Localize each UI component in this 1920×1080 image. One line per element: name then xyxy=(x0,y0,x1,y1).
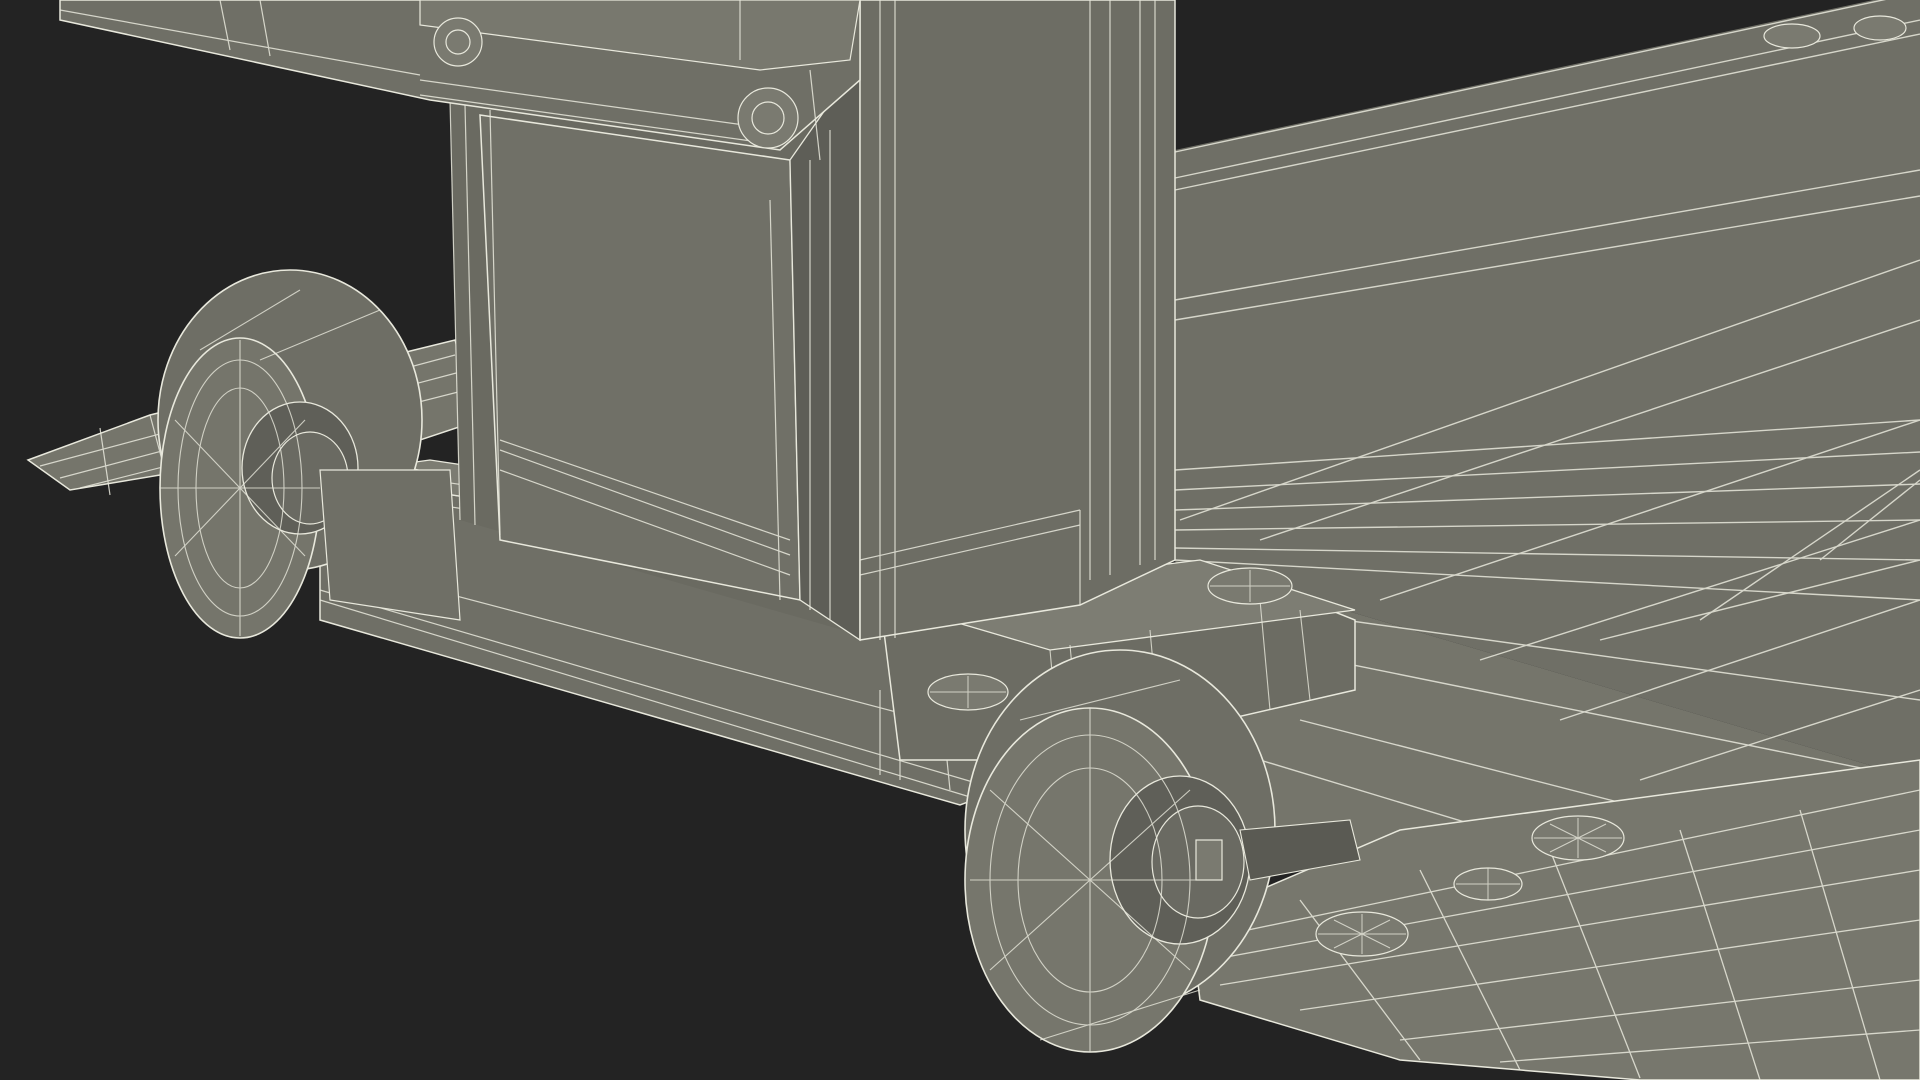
wireframe-render xyxy=(0,0,1920,1080)
render-viewport xyxy=(0,0,1920,1080)
right-fork xyxy=(1174,0,1920,1080)
